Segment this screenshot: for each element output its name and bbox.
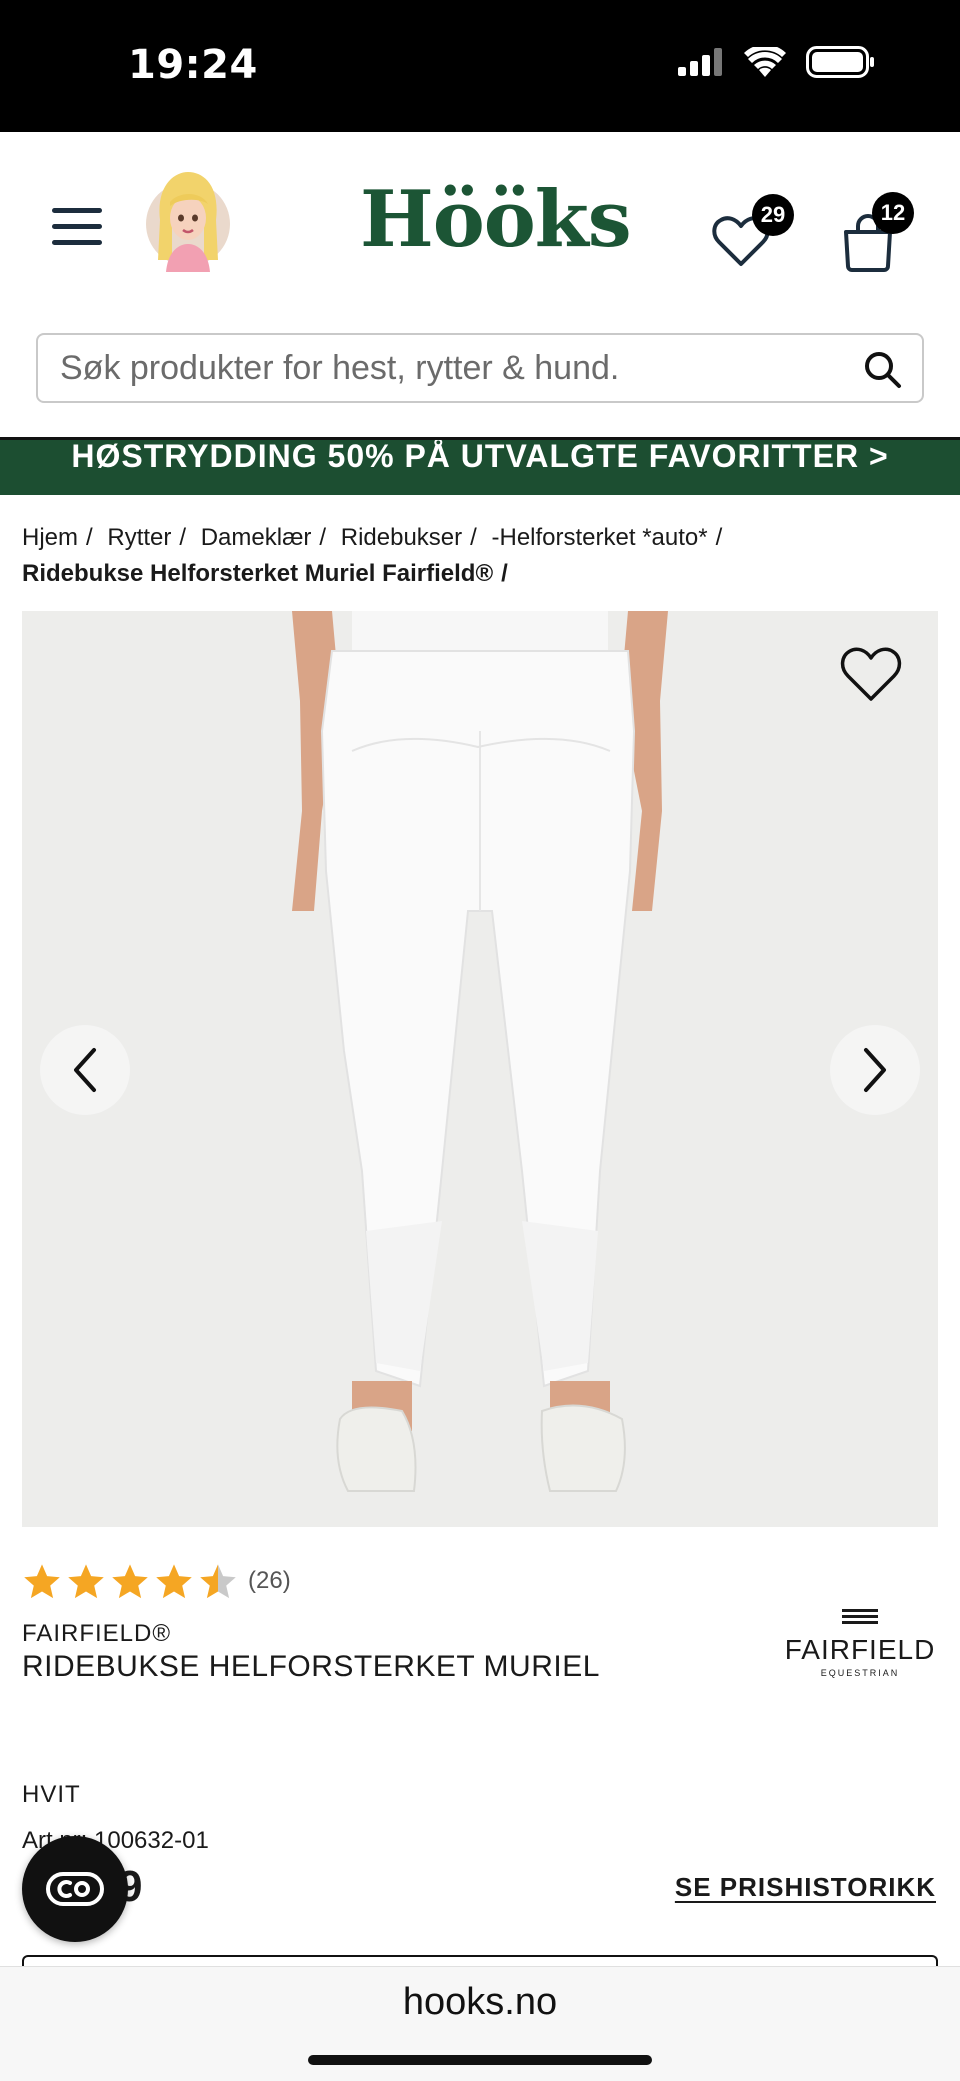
search-bar xyxy=(36,333,924,403)
wishlist-count-badge: 29 xyxy=(752,194,794,236)
product-image-gallery[interactable] xyxy=(22,611,938,1527)
brand-logo[interactable]: FAIRFIELD EQUESTRIAN xyxy=(780,1608,940,1678)
cart-count-badge: 12 xyxy=(872,192,914,234)
brand-logo-name: FAIRFIELD xyxy=(784,1634,936,1665)
status-icons xyxy=(678,46,876,78)
rating-stars xyxy=(22,1562,238,1600)
product-color: HVIT xyxy=(22,1781,81,1808)
gallery-next-button[interactable] xyxy=(830,1025,920,1115)
chat-button[interactable] xyxy=(22,1836,128,1942)
site-logo[interactable]: Hööks xyxy=(360,174,632,265)
brand-logo-lines-icon xyxy=(842,1609,878,1624)
product-rating[interactable]: (26) xyxy=(22,1562,291,1600)
star-icon xyxy=(68,1564,104,1599)
site-header: Hööks 29 12 xyxy=(0,132,960,312)
product-brand[interactable]: FAIRFIELD® xyxy=(22,1620,171,1648)
brand-logo-sub: EQUESTRIAN xyxy=(820,1668,900,1678)
breadcrumb-current: Ridebukse Helforsterket Muriel Fairfield… xyxy=(22,560,494,587)
breadcrumb-item-hjem[interactable]: Hjem xyxy=(22,524,78,551)
wishlist-button[interactable]: 29 xyxy=(708,194,798,284)
chat-icon xyxy=(46,1872,104,1906)
breadcrumb-item-ridebukser[interactable]: Ridebukser xyxy=(341,524,462,551)
breadcrumb-item-rytter[interactable]: Rytter xyxy=(107,524,171,551)
star-icon xyxy=(112,1564,148,1599)
star-icon xyxy=(24,1564,60,1599)
home-indicator xyxy=(308,2055,652,2065)
wifi-icon xyxy=(744,47,786,77)
breadcrumb: Hjem / Rytter / Dameklær / Ridebukser / -Hel… xyxy=(22,524,723,587)
cart-button[interactable]: 12 xyxy=(838,188,938,288)
chevron-right-icon xyxy=(864,1048,886,1092)
star-icon xyxy=(156,1564,192,1599)
search-input[interactable] xyxy=(60,335,860,401)
gallery-heart-icon[interactable] xyxy=(840,647,902,703)
browser-url-bar: hooks.no xyxy=(0,1966,960,2081)
product-photo xyxy=(22,611,938,1527)
review-count: (26) xyxy=(248,1567,291,1594)
hamburger-menu-icon[interactable] xyxy=(52,204,102,248)
user-avatar[interactable] xyxy=(144,168,232,272)
price-history-link[interactable]: SE PRISHISTORIKK xyxy=(675,1872,936,1903)
breadcrumb-item-helforsterket[interactable]: -Helforsterket *auto* xyxy=(492,524,708,551)
status-time: 19:24 xyxy=(128,42,258,88)
signal-icon xyxy=(678,48,722,76)
battery-icon xyxy=(806,46,874,78)
star-icon xyxy=(200,1564,236,1599)
promo-banner[interactable]: HØSTRYDDING 50% PÅ UTVALGTE FAVORITTER > xyxy=(0,440,960,495)
status-bar: 19:24 xyxy=(0,0,960,132)
search-icon[interactable] xyxy=(864,351,902,389)
breadcrumb-item-dameklaer[interactable]: Dameklær xyxy=(201,524,312,551)
browser-url[interactable]: hooks.no xyxy=(0,1981,960,2024)
product-title: RIDEBUKSE HELFORSTERKET MURIEL xyxy=(22,1650,600,1683)
chevron-left-icon xyxy=(74,1048,96,1092)
gallery-prev-button[interactable] xyxy=(40,1025,130,1115)
promo-text: HØSTRYDDING 50% PÅ UTVALGTE FAVORITTER > xyxy=(71,440,889,474)
